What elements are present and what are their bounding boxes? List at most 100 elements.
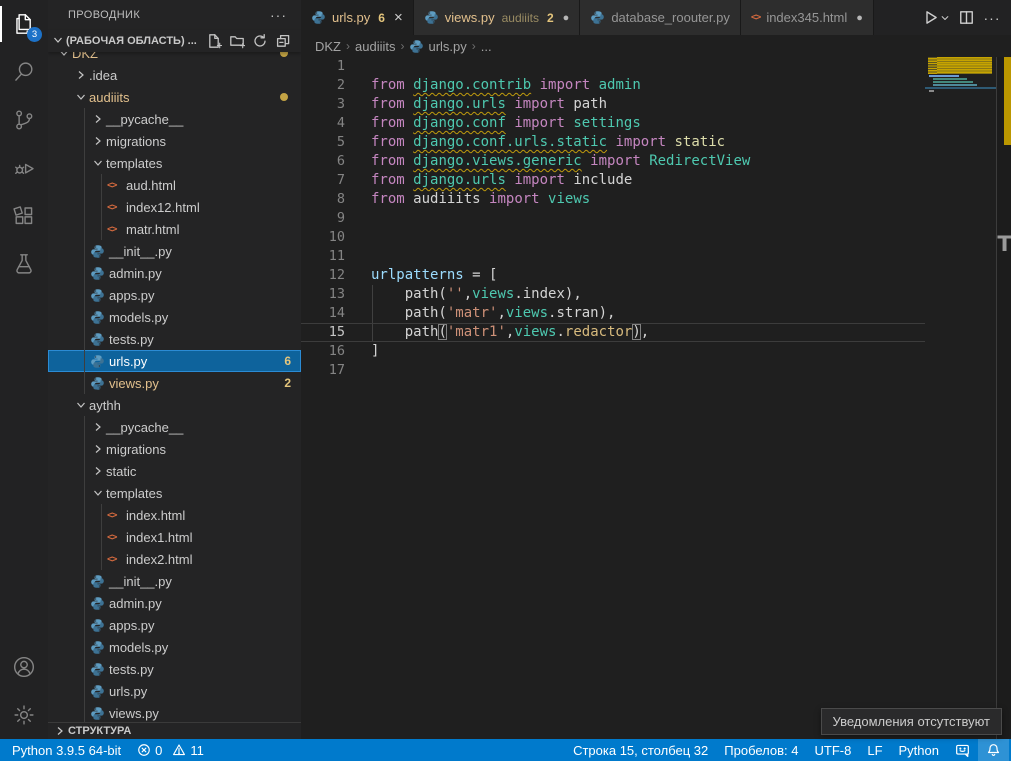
code-line-8: 8from audiiits import views [301, 190, 925, 209]
tree-item-index1-html[interactable]: <>index1.html [48, 526, 301, 548]
tree-item-static[interactable]: static [48, 460, 301, 482]
chevron-right-icon [90, 465, 106, 477]
tab-index345-html[interactable]: <>index345.html● [741, 0, 874, 35]
minimap[interactable] [925, 57, 996, 739]
tree-item--pycache-[interactable]: __pycache__ [48, 108, 301, 130]
breadcrumb-item[interactable]: ... [481, 39, 492, 54]
tree-item-label: views.py [109, 376, 159, 391]
views-more-actions-icon[interactable]: ··· [270, 7, 287, 23]
run-button[interactable] [919, 6, 941, 30]
activity-account[interactable] [0, 643, 48, 691]
tab-problems-badge: 2 [547, 11, 554, 25]
activity-search[interactable] [0, 48, 48, 96]
run-dropdown-chevron-icon[interactable] [939, 6, 951, 30]
tree-item-index-html[interactable]: <>index.html [48, 504, 301, 526]
tree-item-templates[interactable]: templates [48, 482, 301, 504]
tree-item-templates[interactable]: templates [48, 152, 301, 174]
activity-run-debug[interactable] [0, 144, 48, 192]
status-feedback[interactable] [947, 739, 978, 761]
tree-item--init-py[interactable]: __init__.py [48, 570, 301, 592]
line-text [345, 247, 371, 266]
tree-item-views-py[interactable]: views.py [48, 702, 301, 722]
breadcrumb-item[interactable]: urls.py [409, 39, 466, 54]
breadcrumb-label: audiiits [355, 39, 395, 54]
tree-item-dkz[interactable]: DKZ [48, 52, 301, 64]
activity-source-control[interactable] [0, 96, 48, 144]
code-editor[interactable]: 12from django.contrib import admin3from … [301, 57, 1011, 739]
tree-item-apps-py[interactable]: apps.py [48, 284, 301, 306]
collapse-all-icon[interactable] [275, 33, 291, 49]
problems-count-badge: 2 [284, 376, 291, 390]
breadcrumb-item[interactable]: DKZ [315, 39, 341, 54]
activity-testing[interactable] [0, 240, 48, 288]
breadcrumb-item[interactable]: audiiits [355, 39, 395, 54]
chevron-right-icon [90, 135, 106, 147]
chevron-down-icon [73, 91, 89, 103]
close-icon[interactable]: × [394, 10, 403, 25]
tree-item--init-py[interactable]: __init__.py [48, 240, 301, 262]
tree-item-tests-py[interactable]: tests.py [48, 658, 301, 680]
tab-bar: urls.py6×views.pyaudiiits2●database_roou… [301, 0, 1011, 35]
modified-dot-icon[interactable]: ● [856, 12, 863, 24]
refresh-icon[interactable] [252, 33, 268, 49]
tree-item-audiiits[interactable]: audiiits [48, 86, 301, 108]
status-encoding[interactable]: UTF-8 [807, 739, 860, 761]
tree-item-aythh[interactable]: aythh [48, 394, 301, 416]
status-language-mode[interactable]: Python [891, 739, 947, 761]
modified-dot-icon[interactable]: ● [563, 12, 570, 24]
tree-item-models-py[interactable]: models.py [48, 306, 301, 328]
editor-scrollbar[interactable]: T [996, 57, 1011, 739]
extensions-icon [11, 203, 37, 229]
tab-database-roouter-py[interactable]: database_roouter.py [580, 0, 741, 35]
tree-item-label: apps.py [109, 618, 155, 633]
tree-item-aud-html[interactable]: <>aud.html [48, 174, 301, 196]
python-file-icon [90, 684, 109, 699]
tree-item-label: index1.html [126, 530, 192, 545]
status-indentation[interactable]: Пробелов: 4 [716, 739, 806, 761]
tree-item-migrations[interactable]: migrations [48, 438, 301, 460]
tree-item-label: models.py [109, 640, 168, 655]
error-count-icon [137, 743, 151, 757]
tree-item--idea[interactable]: .idea [48, 64, 301, 86]
tree-item-tests-py[interactable]: tests.py [48, 328, 301, 350]
activity-explorer[interactable]: 3 [0, 0, 48, 48]
status-eol[interactable]: LF [859, 739, 890, 761]
tab-views-py[interactable]: views.pyaudiiits2● [414, 0, 581, 35]
status-interpreter[interactable]: Python 3.9.5 64-bit [4, 739, 129, 761]
new-folder-icon[interactable] [229, 33, 245, 49]
tab-urls-py[interactable]: urls.py6× [301, 0, 414, 35]
html-glyph: <> [751, 12, 760, 23]
modified-dot-badge [280, 52, 288, 57]
tree-indent-guide [84, 416, 85, 722]
tree-item-admin-py[interactable]: admin.py [48, 592, 301, 614]
tree-item-label: migrations [106, 134, 166, 149]
line-number: 3 [301, 95, 345, 114]
tree-item-models-py[interactable]: models.py [48, 636, 301, 658]
activity-settings[interactable] [0, 691, 48, 739]
tree-item-apps-py[interactable]: apps.py [48, 614, 301, 636]
tree-item-urls-py[interactable]: urls.py [48, 680, 301, 702]
tab-label: views.py [445, 10, 495, 25]
html-glyph: <> [107, 180, 116, 191]
outline-section-header[interactable]: СТРУКТУРА [48, 722, 301, 739]
tree-item-urls-py[interactable]: urls.py6 [48, 350, 301, 372]
tree-item-index12-html[interactable]: <>index12.html [48, 196, 301, 218]
tree-item--pycache-[interactable]: __pycache__ [48, 416, 301, 438]
activity-extensions[interactable] [0, 192, 48, 240]
chevron-down-icon [90, 157, 106, 169]
tree-item-migrations[interactable]: migrations [48, 130, 301, 152]
tree-item-matr-html[interactable]: <>matr.html [48, 218, 301, 240]
tree-item-views-py[interactable]: views.py 2 [48, 372, 301, 394]
chevron-right-icon [90, 421, 106, 433]
status-label: Python 3.9.5 64-bit [12, 743, 121, 758]
new-file-icon[interactable] [206, 33, 222, 49]
status-problems[interactable]: 011 [129, 739, 212, 761]
tree-item-admin-py[interactable]: admin.py [48, 262, 301, 284]
editor-more-actions[interactable]: ··· [981, 6, 1003, 30]
workspace-section-header[interactable]: (РАБОЧАЯ ОБЛАСТЬ) ... [48, 30, 301, 52]
status-cursor-position[interactable]: Строка 15, столбец 32 [565, 739, 716, 761]
split-editor-button[interactable] [955, 6, 977, 30]
modified-dot-badge [280, 93, 288, 101]
tree-item-index2-html[interactable]: <>index2.html [48, 548, 301, 570]
status-notifications[interactable] [978, 739, 1009, 761]
